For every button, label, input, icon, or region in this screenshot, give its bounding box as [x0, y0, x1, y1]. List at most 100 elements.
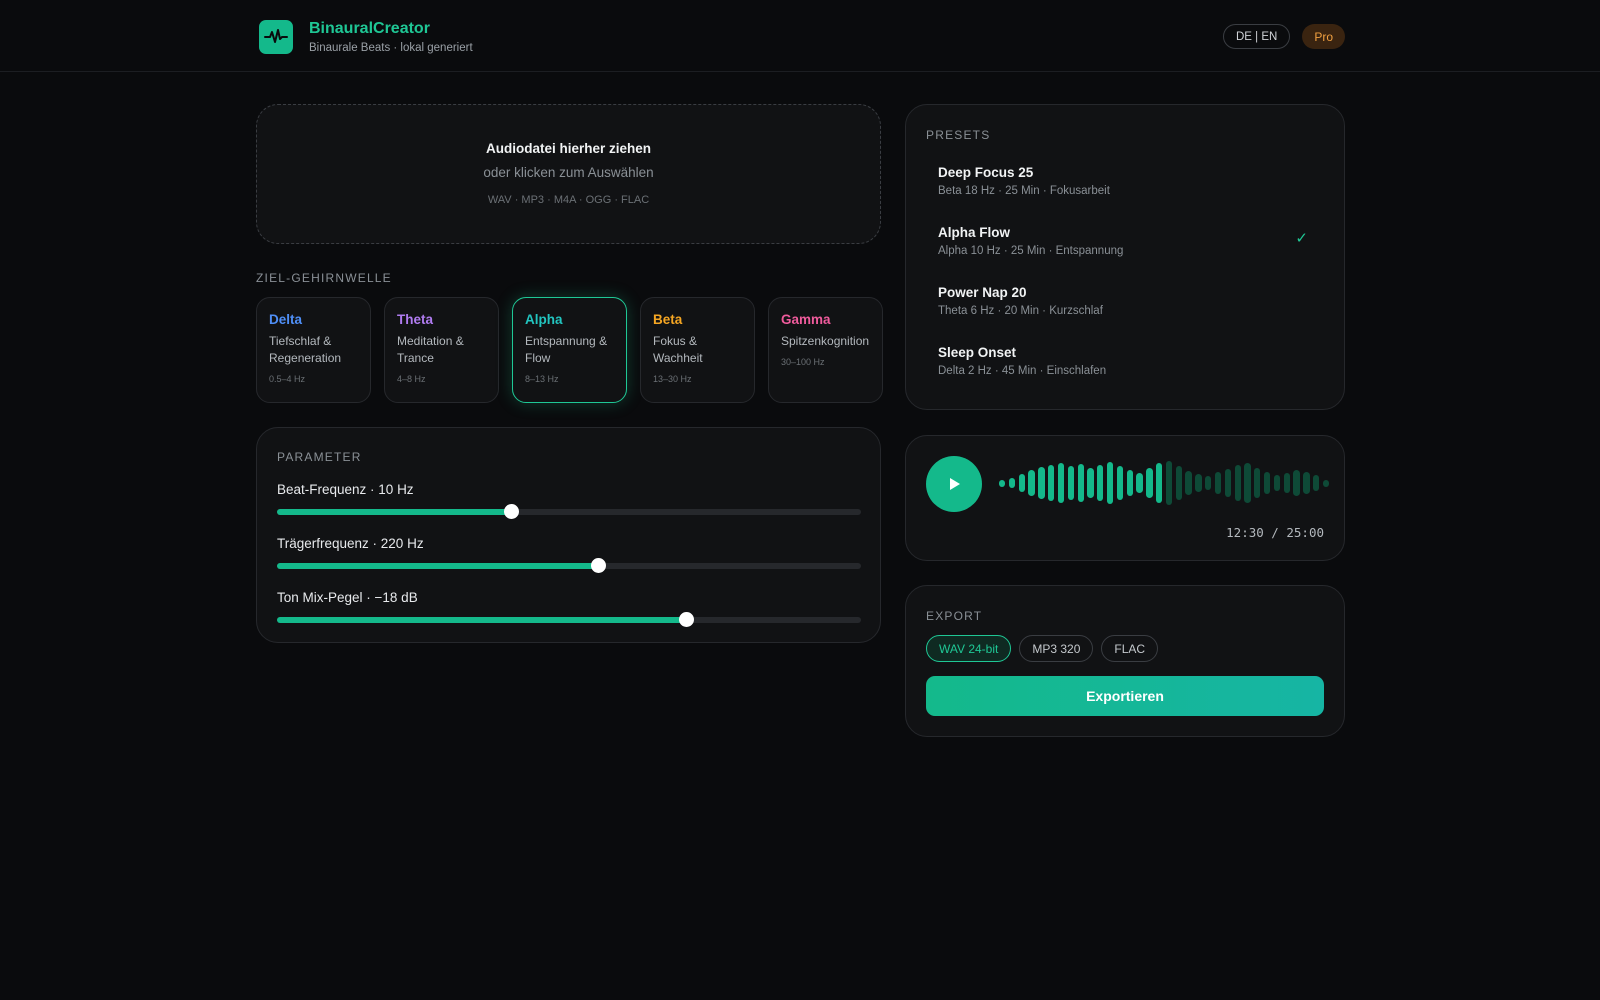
brainwave-card-gamma[interactable]: Gamma Spitzenkognition 30–100 Hz [768, 297, 883, 403]
wave-range: 30–100 Hz [781, 357, 825, 367]
waveform-bar [1254, 468, 1261, 498]
app-subtitle: Binaurale Beats · lokal generiert [309, 42, 473, 54]
checkmark-icon: ✓ [1295, 230, 1308, 247]
waveform-bar [1214, 472, 1222, 494]
slider-thumb[interactable] [591, 558, 607, 573]
brainwave-card-beta[interactable]: Beta Fokus & Wachheit 13–30 Hz [640, 297, 755, 403]
waveform-bar [1057, 463, 1065, 503]
wave-range: 8–13 Hz [525, 374, 559, 384]
preset-item[interactable]: Power Nap 20 Theta 6 Hz · 20 Min · Kurzs… [938, 285, 1318, 317]
brainwave-card-theta[interactable]: Theta Meditation & Trance 4–8 Hz [384, 297, 499, 403]
dropzone-title: Audiodatei hierher ziehen [485, 141, 652, 156]
waveform-bar [1293, 470, 1300, 496]
app-title: BinauralCreator [309, 20, 430, 37]
play-button[interactable] [926, 456, 982, 512]
format-flac[interactable]: FLAC [1101, 635, 1159, 662]
waveform-bar [1116, 466, 1124, 500]
preset-meta: Alpha 10 Hz · 25 Min · Entspannung [938, 245, 1124, 257]
play-icon [950, 478, 960, 490]
waveform-bar [1008, 478, 1016, 488]
waveform-bar [1048, 465, 1055, 501]
waveform-bar [1303, 472, 1310, 494]
slider-label: Trägerfrequenz · 220 Hz [277, 536, 424, 551]
waveform-bar [1273, 475, 1281, 491]
wave-desc: Fokus & Wachheit [653, 334, 703, 365]
preset-item[interactable]: Alpha Flow Alpha 10 Hz · 25 Min · Entspa… [938, 225, 1318, 257]
wave-name: Theta [397, 312, 434, 327]
brand: BinauralCreator Binaurale Beats · lokal … [259, 19, 473, 54]
wave-range: 4–8 Hz [397, 374, 426, 384]
dropzone-formats: WAV · MP3 · M4A · OGG · FLAC [487, 194, 650, 206]
language-toggle[interactable]: DE | EN [1222, 24, 1291, 49]
waveform-bar [1185, 471, 1192, 495]
waveform-bar [1322, 479, 1330, 487]
waveform-bar [1224, 469, 1231, 497]
parameter-card: PARAMETER Beat-Frequenz · 10 Hz Trägerfr… [256, 427, 881, 643]
slider-fill [277, 563, 599, 569]
slider-thumb[interactable] [678, 612, 694, 627]
preset-item[interactable]: Sleep Onset Delta 2 Hz · 45 Min · Einsch… [938, 345, 1318, 377]
preset-meta: Theta 6 Hz · 20 Min · Kurzschlaf [938, 305, 1103, 317]
preset-name: Sleep Onset [938, 345, 1017, 360]
waveform-bar [1028, 470, 1035, 496]
wave-range: 0.5–4 Hz [269, 374, 306, 384]
wave-name: Delta [269, 312, 303, 327]
wave-name: Gamma [781, 312, 831, 327]
player-card: 12:30 / 25:00 [905, 435, 1345, 561]
app-header: BinauralCreator Binaurale Beats · lokal … [0, 0, 1600, 72]
waveform-bar [1097, 465, 1104, 501]
waveform-bar [1106, 462, 1114, 504]
slider-thumb[interactable] [503, 504, 519, 519]
export-formats: WAV 24-bit MP3 320 FLAC [926, 635, 1159, 662]
wave-name: Alpha [525, 312, 563, 327]
waveform-bar [1136, 473, 1143, 493]
brainwave-label: ZIEL-GEHIRNWELLE [256, 271, 392, 285]
carrier-frequency-slider[interactable] [277, 558, 861, 573]
pro-badge[interactable]: Pro [1302, 24, 1345, 49]
preset-item[interactable]: Deep Focus 25 Beta 18 Hz · 25 Min · Foku… [938, 165, 1318, 197]
brainwave-card-alpha[interactable]: Alpha Entspannung & Flow 8–13 Hz [512, 297, 627, 403]
wave-desc: Tiefschlaf & Regeneration [269, 334, 342, 365]
waveform-bar [1156, 463, 1163, 503]
waveform-bar [1077, 464, 1084, 502]
presets-label: PRESETS [926, 128, 991, 142]
slider-fill [277, 509, 511, 515]
wave-desc: Spitzenkognition [781, 334, 870, 348]
waveform-bar [1165, 461, 1173, 505]
playback-time: 12:30 / 25:00 [1226, 525, 1324, 540]
mix-level-slider-row: Ton Mix-Pegel · −18 dB [277, 590, 861, 627]
file-dropzone[interactable]: Audiodatei hierher ziehen oder klicken z… [256, 104, 881, 244]
wave-name: Beta [653, 312, 683, 327]
waveform-bar [1283, 473, 1290, 493]
waveform-bar [1205, 476, 1212, 490]
wave-range: 13–30 Hz [653, 374, 692, 384]
preset-name: Alpha Flow [938, 225, 1010, 240]
preset-name: Power Nap 20 [938, 285, 1027, 300]
preset-meta: Delta 2 Hz · 45 Min · Einschlafen [938, 365, 1107, 377]
brainwave-card-delta[interactable]: Delta Tiefschlaf & Regeneration 0.5–4 Hz [256, 297, 371, 403]
format-mp3-320[interactable]: MP3 320 [1019, 635, 1094, 662]
slider-fill [277, 617, 686, 623]
slider-label: Beat-Frequenz · 10 Hz [277, 482, 414, 497]
beat-frequency-slider[interactable] [277, 504, 861, 519]
waveform-bar [1087, 468, 1094, 498]
waveform[interactable] [999, 460, 1330, 506]
mix-level-slider[interactable] [277, 612, 861, 627]
waveform-bar [1313, 475, 1320, 491]
format-wav-24bit[interactable]: WAV 24-bit [926, 635, 1012, 662]
brainwave-options: Delta Tiefschlaf & Regeneration 0.5–4 Hz… [256, 297, 883, 403]
export-card: EXPORT WAV 24-bit MP3 320 FLAC Exportier… [905, 585, 1345, 737]
wave-desc: Entspannung & Flow [525, 334, 608, 365]
export-button[interactable]: Exportieren [926, 676, 1324, 716]
export-label: EXPORT [926, 609, 983, 623]
preset-name: Deep Focus 25 [938, 165, 1034, 180]
waveform-bar [999, 479, 1006, 487]
wave-desc: Meditation & Trance [397, 334, 464, 365]
carrier-frequency-slider-row: Trägerfrequenz · 220 Hz [277, 536, 861, 573]
slider-label: Ton Mix-Pegel · −18 dB [277, 590, 418, 605]
parameter-label: PARAMETER [277, 450, 362, 464]
waveform-bar [1018, 474, 1025, 492]
presets-card: PRESETS Deep Focus 25 Beta 18 Hz · 25 Mi… [905, 104, 1345, 410]
waveform-bar [1067, 466, 1074, 500]
waveform-bar [1244, 463, 1251, 503]
